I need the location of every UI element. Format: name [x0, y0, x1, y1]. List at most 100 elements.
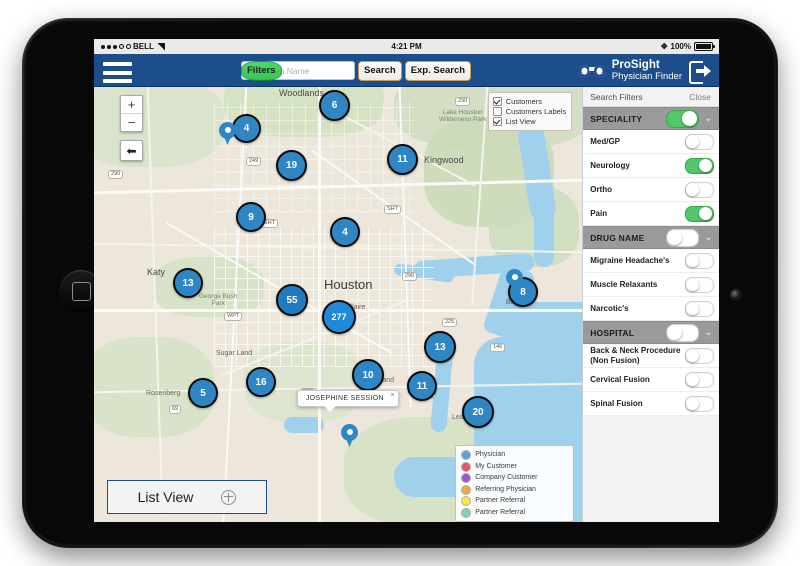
filter-group-toggle[interactable] [666, 228, 699, 247]
map-cluster-marker[interactable]: 16 [246, 367, 276, 397]
filter-item-toggle[interactable] [685, 300, 714, 317]
map-back-button[interactable]: ⬅ [120, 140, 143, 161]
filter-item[interactable]: Migraine Headache's [583, 249, 719, 273]
legend-row: My Customer [461, 461, 568, 472]
map-pin-marker[interactable] [219, 122, 236, 145]
sidebar-close-button[interactable]: Close [689, 92, 711, 102]
bluetooth-icon: ✥ [660, 42, 668, 51]
map-layer-checkbox-row[interactable]: Customers Labels [492, 107, 566, 116]
tooltip-label: JOSEPHINE SESSION [306, 395, 384, 402]
filter-item-label: Neurology [590, 160, 630, 170]
legend-label: Physician [475, 451, 506, 459]
filter-group-header[interactable]: HOSPITAL ⌄ [583, 321, 719, 344]
status-bar-right: ✥ 100% [660, 42, 715, 51]
legend-row: Physician [461, 450, 568, 460]
map-cluster-marker[interactable]: 5 [188, 378, 218, 408]
legend-color-dot [461, 450, 472, 460]
map-layer-checkboxes[interactable]: Customers Customers Labels List View [487, 92, 573, 131]
plus-circle-icon[interactable] [221, 489, 237, 505]
map-cluster-marker[interactable]: 19 [276, 150, 307, 181]
filter-group-header[interactable]: DRUG NAME ⌄ [583, 226, 719, 249]
filter-item[interactable]: Spinal Fusion [583, 392, 719, 416]
map-panel[interactable]: HoustonWoodlandsKingwoodKatyBellaireSuga… [94, 87, 583, 522]
filter-item[interactable]: Neurology [583, 154, 719, 178]
filter-item-toggle[interactable] [685, 157, 714, 174]
filter-item-toggle[interactable] [685, 205, 714, 222]
map-place-label: Sugar Land [216, 350, 253, 357]
filter-group-label: HOSPITAL [590, 327, 635, 338]
filter-item[interactable]: Cervical Fusion [583, 368, 719, 392]
legend-row: Company Customer [461, 473, 568, 483]
filters-button[interactable]: Filters [241, 60, 282, 81]
list-view-button[interactable]: List View [107, 480, 267, 514]
map-pin-marker[interactable] [506, 269, 523, 292]
map-cluster-marker[interactable]: 11 [407, 371, 437, 401]
filter-group-toggle[interactable] [666, 323, 699, 342]
marker-tooltip[interactable]: JOSEPHINE SESSION × [297, 390, 399, 412]
map-route-shield: 290 [108, 170, 124, 179]
search-button[interactable]: Search [358, 60, 402, 81]
map-cluster-marker[interactable]: 11 [387, 144, 418, 175]
legend-label: Referring Physician [475, 485, 536, 493]
map-cluster-marker[interactable]: 10 [352, 359, 384, 391]
filter-item-toggle[interactable] [685, 181, 714, 198]
zoom-out-button[interactable]: − [121, 114, 142, 131]
filter-item[interactable]: Med/GP [583, 130, 719, 154]
filter-item-toggle[interactable] [685, 371, 714, 388]
map-layer-checkbox-row[interactable]: List View [492, 117, 566, 126]
checkbox-unchecked-icon[interactable] [492, 107, 502, 116]
legend-color-dot [461, 496, 472, 506]
front-camera [731, 290, 740, 299]
chevron-down-icon[interactable]: ⌄ [703, 113, 714, 124]
map-cluster-marker[interactable]: 4 [330, 217, 360, 247]
expanded-search-button[interactable]: Exp. Search [404, 60, 472, 81]
map-cluster-marker[interactable]: 13 [424, 331, 456, 363]
map-cluster-marker[interactable]: 277 [322, 300, 356, 334]
chevron-down-icon[interactable]: ⌄ [703, 327, 714, 338]
filter-item-toggle[interactable] [685, 133, 714, 150]
map-cluster-marker[interactable]: 6 [319, 90, 350, 121]
map-zoom-controls[interactable]: + − [120, 95, 143, 132]
filter-group-header[interactable]: SPECIALITY ⌄ [583, 107, 719, 130]
filter-item[interactable]: Ortho [583, 178, 719, 202]
legend-label: Company Customer [475, 474, 538, 482]
map-place-label: Lake Houston Wilderness Park [439, 109, 487, 124]
map-cluster-marker[interactable]: 4 [232, 114, 261, 143]
checkbox-checked-icon[interactable] [492, 117, 502, 126]
search-controls: Search Filters Exp. Search [241, 60, 472, 81]
chevron-down-icon[interactable]: ⌄ [703, 232, 714, 243]
map-cluster-marker[interactable]: 20 [462, 396, 494, 428]
filter-item-toggle[interactable] [685, 252, 714, 269]
zoom-in-button[interactable]: + [121, 96, 142, 114]
filter-item-toggle[interactable] [685, 395, 714, 412]
filter-item-label: Pain [590, 208, 608, 218]
filter-item-label: Migraine Headache's [590, 255, 670, 265]
filter-item[interactable]: Narcotic's [583, 297, 719, 321]
hamburger-menu-icon[interactable] [103, 60, 132, 85]
map-place-label: Houston [324, 277, 373, 292]
map-legend: Physician My Customer Company Customer Refe… [455, 445, 575, 522]
checkbox-checked-icon[interactable] [492, 97, 502, 106]
search-filters-sidebar[interactable]: Search Filters Close SPECIALITY ⌄ Med/GP Ne… [582, 87, 719, 522]
filter-group-toggle[interactable] [666, 109, 699, 128]
map-layer-checkbox-row[interactable]: Customers [492, 97, 566, 106]
map-cluster-marker[interactable]: 9 [236, 202, 266, 232]
filter-item[interactable]: Back & Neck Procedure (Non Fusion) [583, 344, 719, 368]
sidebar-filter-groups[interactable]: SPECIALITY ⌄ Med/GP Neurology Ortho Pain DRUG … [583, 107, 719, 416]
logout-icon[interactable] [689, 61, 711, 84]
filter-item-toggle[interactable] [685, 276, 714, 293]
map-cluster-marker[interactable]: 55 [276, 284, 308, 316]
filter-item-label: Narcotic's [590, 303, 629, 313]
filter-item[interactable]: Muscle Relaxants [583, 273, 719, 297]
tooltip-close-icon[interactable]: × [390, 392, 394, 399]
map-route-shield: 249 [246, 157, 262, 166]
filter-item-label: Med/GP [590, 136, 620, 146]
legend-label: My Customer [475, 462, 517, 470]
filter-item-toggle[interactable] [685, 347, 714, 364]
home-button-square-icon [72, 282, 91, 301]
map-route-shield: 225 [442, 318, 458, 327]
map-pin-marker[interactable] [341, 424, 358, 447]
legend-row: Partner Referral [461, 507, 568, 518]
filter-item[interactable]: Pain [583, 202, 719, 226]
map-cluster-marker[interactable]: 13 [173, 268, 203, 298]
